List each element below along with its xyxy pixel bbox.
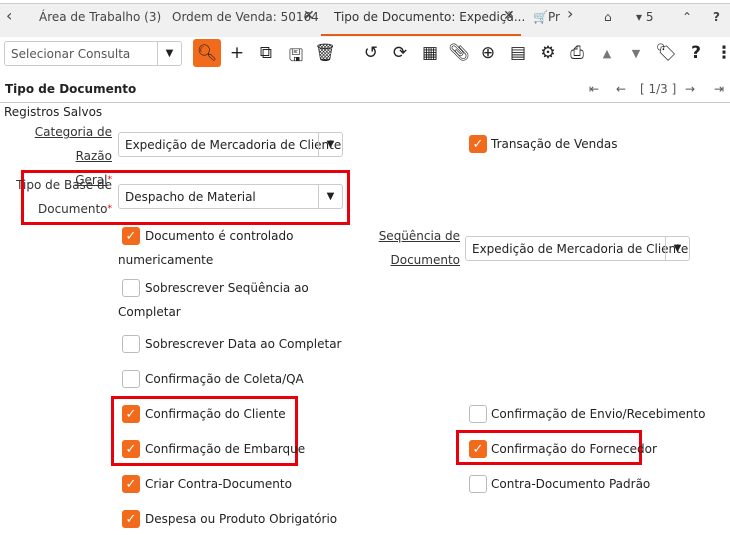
first-record-icon[interactable]: ⇤ <box>589 82 599 96</box>
chevron-down-icon[interactable]: ▼ <box>318 133 342 156</box>
new-record-icon[interactable]: + <box>226 43 248 63</box>
save-icon[interactable]: 🖫 <box>285 43 307 72</box>
chevron-down-icon[interactable]: ▼ <box>157 42 181 65</box>
checkbox-label: Completar <box>118 305 181 319</box>
delete-icon[interactable]: 🗑 <box>314 43 336 63</box>
checkbox-label: Sobrescrever Seqüência ao <box>145 281 309 295</box>
query-select[interactable]: Selecionar Consulta ▼ <box>4 41 182 66</box>
checkbox-label: numericamente <box>118 253 214 267</box>
tab-workspace[interactable]: Área de Trabalho (3) <box>39 10 161 24</box>
checkbox-label: Documento é controlado <box>145 229 294 243</box>
report-icon[interactable]: ▤ <box>507 43 529 63</box>
ship-receipt-confirm-checkbox[interactable] <box>469 405 487 423</box>
chevron-down-icon[interactable]: ▼ <box>318 185 342 208</box>
numbered-checkbox[interactable]: ✓ <box>122 227 140 245</box>
close-icon[interactable]: ✕ <box>503 8 515 24</box>
tag-icon[interactable]: 🏷︎ <box>655 43 677 63</box>
pick-qa-confirm-checkbox[interactable] <box>122 370 140 388</box>
zoom-in-icon[interactable]: ⊕ <box>477 43 499 63</box>
print-icon[interactable]: ⎙ <box>566 43 588 63</box>
vendor-confirm-checkbox[interactable]: ✓ <box>469 440 487 458</box>
record-counter: [ 1/3 ] <box>640 82 677 96</box>
cart-icon: 🛒 <box>533 10 548 24</box>
next-icon[interactable]: → <box>685 82 695 96</box>
checkbox-label: Confirmação do Fornecedor <box>491 442 657 456</box>
tabs-left-chevron-icon[interactable]: ‹ <box>6 6 12 25</box>
tab-count-dropdown[interactable]: ▾ 5 <box>636 10 653 24</box>
collapse-icon[interactable]: ⌃ <box>682 10 692 24</box>
search-button[interactable]: 🔍︎ <box>193 39 221 67</box>
gear-icon[interactable]: ⚙ <box>537 43 559 63</box>
sales-transaction-checkbox[interactable]: ✓ <box>469 135 487 153</box>
create-counter-doc-checkbox[interactable]: ✓ <box>122 475 140 493</box>
sequence-label[interactable]: Seqüência de Documento <box>360 224 460 272</box>
tab-document-type[interactable]: Tipo de Documento: Expediçã... <box>334 10 525 24</box>
checkbox-label: Confirmação de Coleta/QA <box>145 372 304 386</box>
help-icon[interactable]: ? <box>685 43 707 63</box>
checkbox-label: Contra-Documento Padrão <box>491 477 651 491</box>
gl-category-select[interactable]: Expedição de Mercadoria de Cliente ▼ <box>118 132 343 157</box>
grid-icon[interactable]: ▦ <box>419 43 441 63</box>
base-type-label: Tipo de Base de Documento* <box>16 178 112 216</box>
search-icon: 🔍︎ <box>196 43 218 62</box>
active-tab-indicator <box>321 34 521 36</box>
attachment-icon[interactable]: 📎︎ <box>448 43 470 63</box>
overwrite-sequence-checkbox[interactable] <box>122 279 140 297</box>
overwrite-date-checkbox[interactable] <box>122 335 140 353</box>
next-record-icon[interactable]: ▼ <box>625 47 647 60</box>
undo-icon[interactable]: ↺ <box>360 43 382 63</box>
last-record-icon[interactable]: ⇥ <box>714 82 724 96</box>
sequence-select[interactable]: Expedição de Mercadoria de Cliente ▼ <box>465 236 690 261</box>
copy-icon[interactable]: ⧉ <box>255 43 277 63</box>
default-counter-doc-checkbox[interactable] <box>469 475 487 493</box>
tabs-right-chevron-icon[interactable]: › <box>567 4 573 23</box>
chevron-down-icon[interactable]: ▼ <box>665 237 689 260</box>
home-icon[interactable]: ⌂ <box>604 10 612 24</box>
page-title: Tipo de Documento <box>5 82 137 96</box>
checkbox-label: Despesa ou Produto Obrigatório <box>145 512 338 526</box>
close-icon[interactable]: ✕ <box>303 8 315 24</box>
base-type-select[interactable]: Despacho de Material ▼ <box>118 184 343 209</box>
help-circle-icon[interactable]: ? <box>713 10 720 24</box>
checkbox-label: Confirmação de Embarque <box>145 442 306 456</box>
previous-icon[interactable]: ← <box>616 82 626 96</box>
checkbox-label: Criar Contra-Documento <box>145 477 292 491</box>
shipment-confirm-checkbox[interactable]: ✓ <box>122 440 140 458</box>
checkbox-label: Confirmação de Envio/Recebimento <box>491 407 706 421</box>
previous-record-icon[interactable]: ▲ <box>596 47 618 60</box>
more-menu-icon[interactable]: ⋮ <box>713 43 730 63</box>
checkbox-label: Transação de Vendas <box>491 137 618 151</box>
refresh-icon[interactable]: ⟳ <box>389 43 411 63</box>
saved-records-label: Registros Salvos <box>4 105 103 119</box>
tab-sales-order[interactable]: Ordem de Venda: 50164 <box>172 10 319 24</box>
tab-product[interactable]: 🛒Pr <box>533 10 560 24</box>
checkbox-label: Confirmação do Cliente <box>145 407 286 421</box>
charge-or-product-checkbox[interactable]: ✓ <box>122 510 140 528</box>
customer-confirm-checkbox[interactable]: ✓ <box>122 405 140 423</box>
checkbox-label: Sobrescrever Data ao Completar <box>145 337 342 351</box>
divider <box>0 102 730 103</box>
